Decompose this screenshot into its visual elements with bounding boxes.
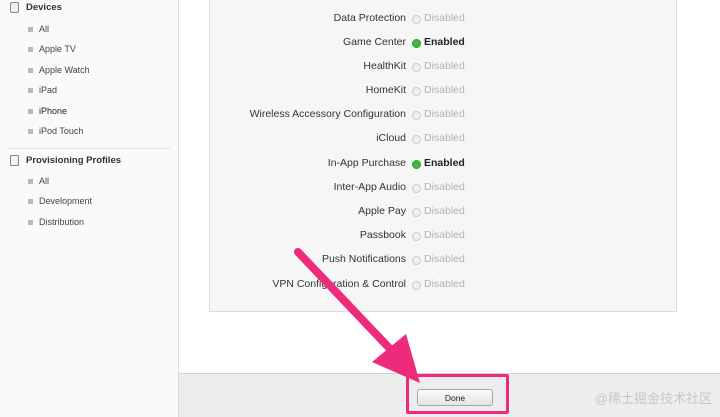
sidebar: Devices All Apple TV Apple Watch iPad iP…: [0, 0, 179, 417]
service-status: Disabled: [424, 278, 465, 290]
service-status: Disabled: [424, 205, 465, 217]
sidebar-item-distribution[interactable]: Distribution: [28, 217, 84, 227]
service-status: Disabled: [424, 253, 465, 265]
sidebar-item-ipad[interactable]: iPad: [28, 85, 57, 95]
status-dot-icon: [412, 281, 421, 290]
sidebar-item-label: All: [39, 176, 50, 186]
service-status: Disabled: [424, 181, 465, 193]
sidebar-item-apple-watch[interactable]: Apple Watch: [28, 65, 90, 75]
status-dot-icon: [412, 111, 421, 120]
status-dot-icon: [412, 15, 421, 24]
provisioning-profiles-header[interactable]: Provisioning Profiles: [10, 155, 121, 166]
bullet-icon: [28, 128, 33, 134]
service-row-in-app-purchase: In-App Purchase Enabled: [210, 157, 678, 173]
status-dot-icon: [412, 184, 421, 193]
sidebar-item-development[interactable]: Development: [28, 196, 92, 206]
service-name: Wireless Accessory Configuration: [249, 108, 406, 120]
service-status: Disabled: [424, 60, 465, 72]
devices-header[interactable]: Devices: [10, 2, 62, 13]
service-row-inter-app-audio: Inter-App Audio Disabled: [210, 181, 678, 197]
service-row-vpn: VPN Configuration & Control Disabled: [210, 278, 678, 294]
service-name: Game Center: [342, 36, 406, 48]
service-status: Disabled: [424, 132, 465, 144]
bullet-icon: [28, 67, 33, 73]
bullet-icon: [28, 108, 33, 114]
sidebar-item-label: All: [39, 24, 50, 34]
sidebar-item-iphone[interactable]: iPhone: [28, 106, 67, 116]
sidebar-item-apple-tv[interactable]: Apple TV: [28, 44, 76, 54]
sidebar-item-label: Development: [39, 196, 93, 206]
status-dot-icon: [412, 256, 421, 265]
service-status: Enabled: [424, 36, 465, 48]
service-row-data-protection: Data Protection Disabled: [210, 12, 678, 28]
bullet-icon: [28, 178, 33, 184]
app-services-panel: Data Protection Disabled Game Center Ena…: [209, 0, 677, 312]
service-name: Inter-App Audio: [333, 181, 406, 193]
service-name: Push Notifications: [321, 253, 406, 265]
sidebar-divider: [8, 148, 170, 149]
service-status: Enabled: [424, 157, 465, 169]
devices-header-label: Devices: [26, 2, 62, 13]
status-dot-icon: [412, 160, 421, 169]
service-status: Disabled: [424, 229, 465, 241]
service-name: Passbook: [359, 229, 406, 241]
status-dot-icon: [412, 208, 421, 217]
sidebar-item-label: iPad: [39, 85, 58, 95]
service-row-apple-pay: Apple Pay Disabled: [210, 205, 678, 221]
service-name: iCloud: [376, 132, 406, 144]
service-row-healthkit: HealthKit Disabled: [210, 60, 678, 76]
service-status: Disabled: [424, 108, 465, 120]
service-row-wireless-accessory: Wireless Accessory Configuration Disable…: [210, 108, 678, 124]
sidebar-item-profiles-all[interactable]: All: [28, 176, 49, 186]
bullet-icon: [28, 26, 33, 32]
highlight-box: [406, 374, 509, 414]
sidebar-item-label: Distribution: [39, 217, 85, 227]
document-icon: [10, 155, 19, 166]
bullet-icon: [28, 219, 33, 225]
status-dot-icon: [412, 63, 421, 72]
service-name: Apple Pay: [358, 205, 406, 217]
service-status: Disabled: [424, 12, 465, 24]
service-name: VPN Configuration & Control: [272, 278, 406, 290]
profiles-header-label: Provisioning Profiles: [26, 155, 122, 166]
service-row-homekit: HomeKit Disabled: [210, 84, 678, 100]
sidebar-item-ipod-touch[interactable]: iPod Touch: [28, 126, 83, 136]
service-status: Disabled: [424, 84, 465, 96]
service-name: HealthKit: [363, 60, 406, 72]
bullet-icon: [28, 198, 33, 204]
main-panel: Data Protection Disabled Game Center Ena…: [179, 0, 720, 373]
sidebar-item-devices-all[interactable]: All: [28, 24, 49, 34]
service-row-game-center: Game Center Enabled: [210, 36, 678, 52]
bullet-icon: [28, 46, 33, 52]
status-dot-icon: [412, 87, 421, 96]
service-row-passbook: Passbook Disabled: [210, 229, 678, 245]
sidebar-item-label: Apple TV: [39, 44, 76, 54]
watermark: @稀土掘金技术社区: [594, 391, 712, 406]
status-dot-icon: [412, 232, 421, 241]
status-dot-icon: [412, 39, 421, 48]
sidebar-item-label: iPod Touch: [39, 126, 84, 136]
service-name: HomeKit: [365, 84, 406, 96]
service-name: Data Protection: [333, 12, 406, 24]
service-name: In-App Purchase: [327, 157, 406, 169]
service-row-push-notifications: Push Notifications Disabled: [210, 253, 678, 269]
bullet-icon: [28, 87, 33, 93]
device-icon: [10, 2, 19, 13]
sidebar-item-label: iPhone: [39, 106, 68, 116]
sidebar-item-label: Apple Watch: [39, 65, 90, 75]
status-dot-icon: [412, 135, 421, 144]
service-row-icloud: iCloud Disabled: [210, 132, 678, 148]
